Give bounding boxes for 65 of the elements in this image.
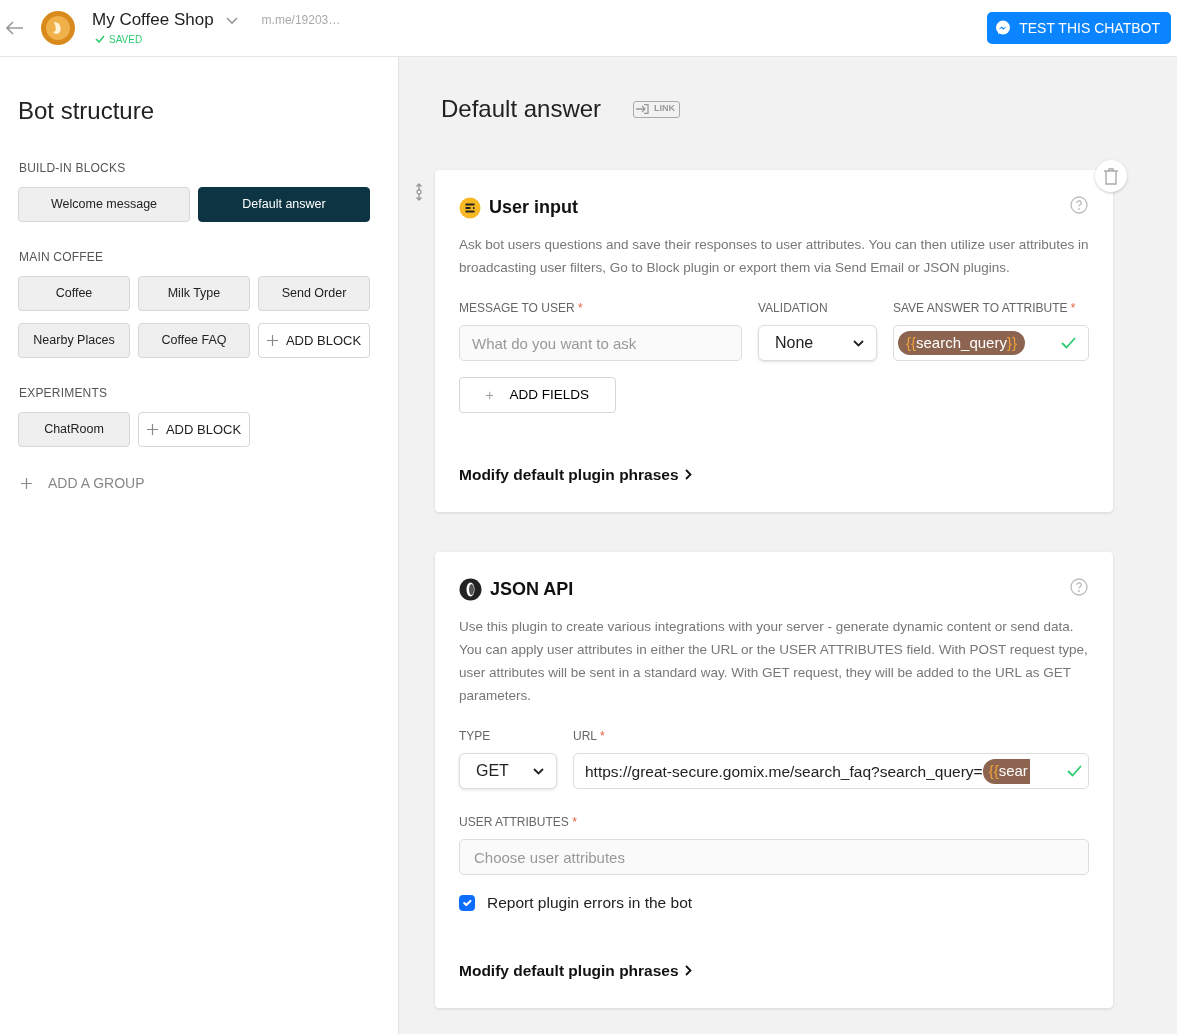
chevron-down-icon [853, 339, 864, 347]
block-button[interactable]: Coffee [18, 276, 130, 311]
chevron-down-icon[interactable] [225, 16, 238, 25]
enter-icon [636, 104, 651, 114]
block-button[interactable]: Milk Type [138, 276, 250, 311]
check-icon [1061, 337, 1076, 349]
validation-select[interactable]: None [758, 325, 877, 361]
block-button[interactable]: Default answer [198, 187, 370, 222]
group-title: BUILD-IN BLOCKS [19, 160, 127, 177]
attribute-chip: {{search_query}} [898, 330, 1025, 356]
field-label: SAVE ANSWER TO ATTRIBUTE * [893, 300, 1077, 317]
block-button[interactable]: Coffee FAQ [138, 323, 250, 358]
trash-icon [1104, 167, 1118, 185]
field-label: VALIDATION [758, 300, 829, 317]
sidebar-title: Bot structure [18, 96, 156, 126]
type-select[interactable]: GET [459, 753, 557, 790]
ring-logo-icon [459, 578, 482, 602]
attribute-field[interactable]: {{search_query}} [893, 325, 1089, 361]
check-icon [1067, 765, 1082, 778]
add-block-button[interactable]: ADD BLOCK [258, 323, 370, 358]
delete-button[interactable] [1095, 160, 1127, 192]
drag-handle-icon[interactable] [415, 182, 423, 202]
url-field[interactable]: https://great-secure.gomix.me/search_faq?search_query= {{sear [573, 753, 1089, 790]
chevron-right-icon [684, 469, 692, 481]
block-button[interactable]: ChatRoom [18, 412, 130, 447]
saved-status: SAVED [109, 33, 143, 45]
block-button[interactable]: Nearby Places [18, 323, 130, 358]
add-fields-button[interactable]: ADD FIELDS [459, 377, 616, 413]
group-title: MAIN COFFEE [19, 249, 105, 266]
attribute-chip: {{sear [982, 759, 1030, 784]
back-arrow-icon[interactable] [6, 21, 24, 35]
checkbox-label: Report plugin errors in the bot [487, 893, 693, 914]
group-title: EXPERIMENTS [19, 385, 109, 402]
help-icon[interactable] [1070, 196, 1088, 214]
field-label: USER ATTRIBUTES * [459, 814, 578, 832]
plus-icon [21, 478, 32, 489]
list-icon [459, 196, 481, 219]
plus-icon [486, 389, 494, 401]
message-field[interactable]: What do you want to ask [459, 325, 742, 361]
chevron-down-icon [533, 767, 544, 775]
add-block-button[interactable]: ADD BLOCK [138, 412, 250, 447]
chevron-right-icon [684, 964, 692, 976]
messenger-icon [995, 20, 1012, 36]
test-chatbot-button[interactable]: TEST THIS CHATBOT [987, 12, 1171, 44]
plus-icon [146, 424, 158, 435]
phrases-link[interactable]: Modify default plugin phrases [459, 463, 692, 487]
block-button[interactable]: Welcome message [18, 187, 190, 222]
plugin-description: Use this plugin to create various integrations with your server - generate dynamic content or send data. You can apply user attributes in either the URL or the USER ATTRIBUTES field. With POST request type, user attributes will be sent in a standard way. With GET request, they will be added to the URL as GET parameters. [459, 618, 1089, 706]
plus-icon [266, 335, 278, 346]
field-label: MESSAGE TO USER * [459, 300, 584, 317]
block-title: Default answer [441, 94, 602, 124]
avatar-icon [40, 10, 76, 46]
checkbox[interactable] [459, 894, 475, 911]
check-icon [95, 35, 105, 44]
plugin-title: JSON API [490, 578, 574, 602]
plugin-title: User input [489, 196, 578, 219]
plugin-description: Ask bot users questions and save their responses to user attributes. You can then utilize user attributes in broadcasting user filters, Go to Block plugin or export them via Send Email or JSON plugins. [459, 236, 1089, 277]
field-label: TYPE [459, 728, 492, 746]
add-group-button[interactable]: ADD A GROUP [18, 473, 145, 494]
phrases-link[interactable]: Modify default plugin phrases [459, 958, 692, 982]
bot-name: My Coffee Shop [92, 11, 214, 30]
help-icon[interactable] [1070, 578, 1088, 597]
field-label: URL * [573, 728, 606, 746]
user-attributes-field[interactable]: Choose user attributes [459, 839, 1089, 876]
block-button[interactable]: Send Order [258, 276, 370, 311]
